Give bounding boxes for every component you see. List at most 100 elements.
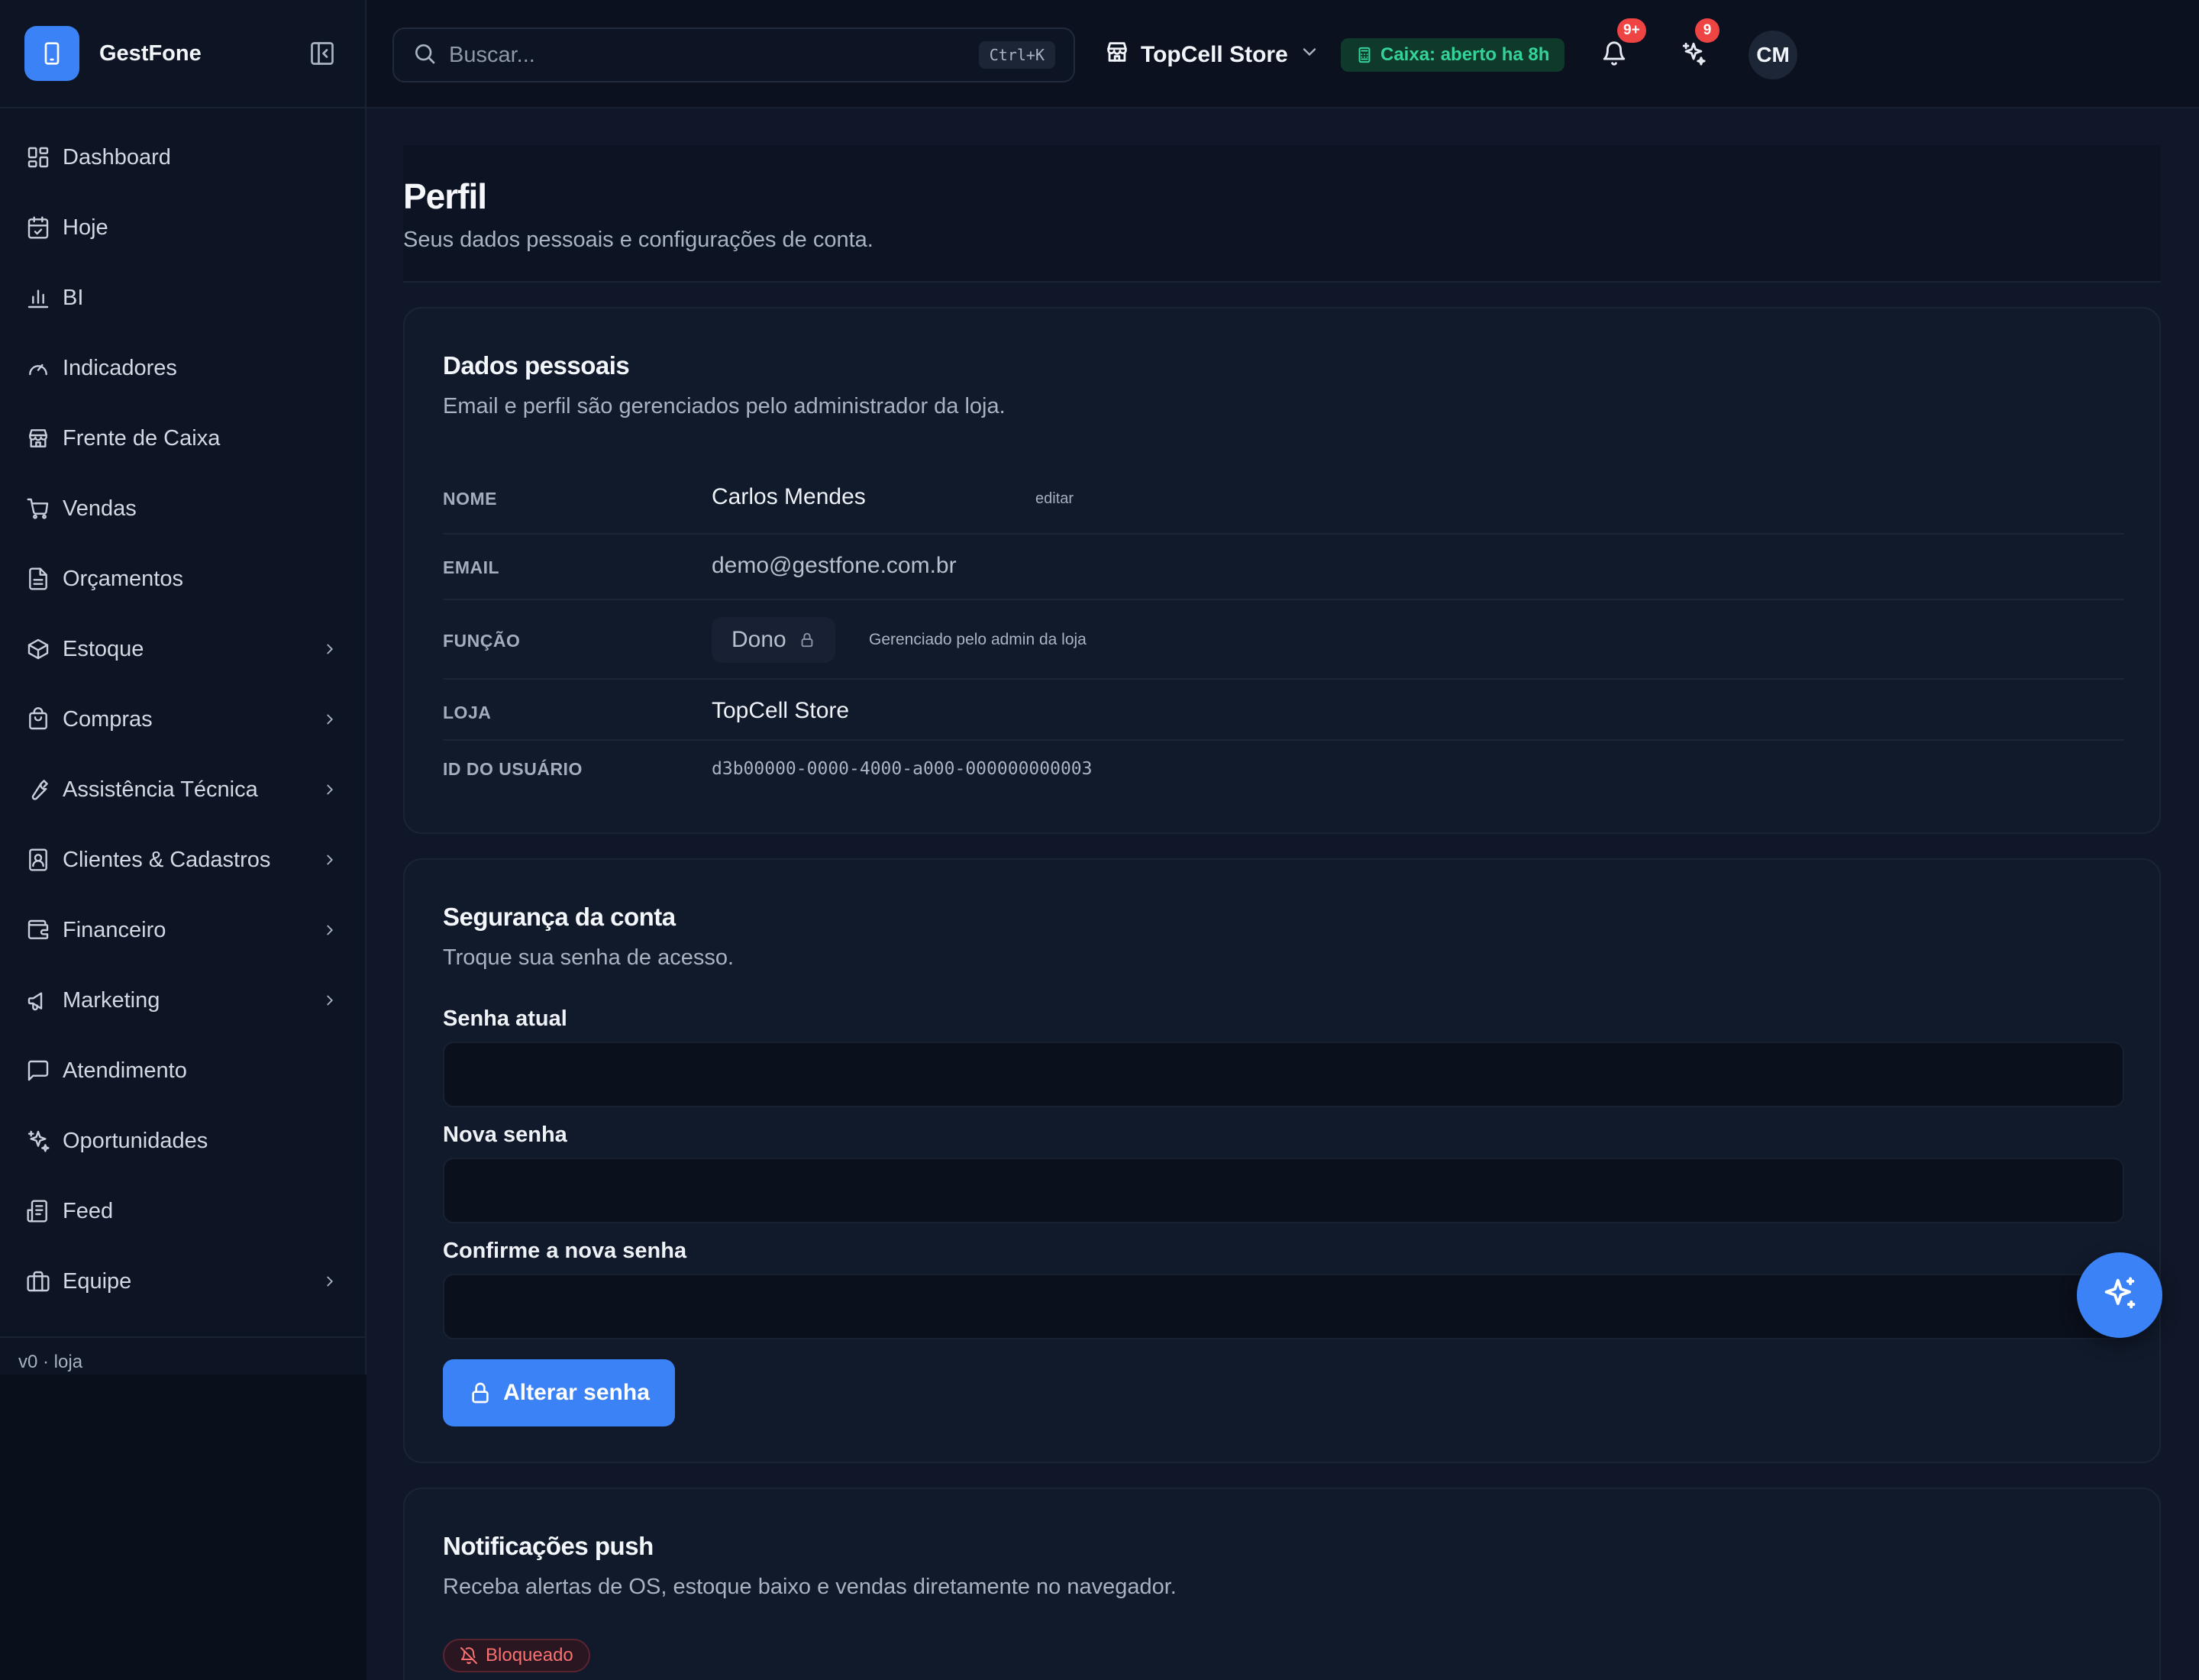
sidebar-item-hoje[interactable]: Hoje bbox=[0, 192, 365, 263]
user-id-value: d3b00000-0000-4000-a000-000000000003 bbox=[712, 759, 1093, 779]
ai-suggestions-badge: 9 bbox=[1695, 18, 1719, 43]
personal-data-card: Dados pessoais Email e perfil são gerenc… bbox=[403, 307, 2161, 834]
user-avatar[interactable]: CM bbox=[1749, 31, 1797, 79]
contact-card-icon bbox=[26, 848, 50, 872]
sidebar-item-atendimento[interactable]: Atendimento bbox=[0, 1035, 365, 1106]
sidebar-item-orcamentos[interactable]: Orçamentos bbox=[0, 544, 365, 614]
personal-data-title: Dados pessoais bbox=[443, 351, 630, 380]
search-shortcut: Ctrl+K bbox=[978, 41, 1055, 69]
sidebar-item-clientes-cadastros[interactable]: Clientes & Cadastros bbox=[0, 825, 365, 895]
search-box[interactable]: Ctrl+K bbox=[392, 27, 1075, 82]
sidebar-item-label: BI bbox=[63, 285, 84, 310]
personal-data-subtitle: Email e perfil são gerenciados pelo admi… bbox=[443, 394, 1006, 418]
confirm-password-input[interactable] bbox=[443, 1274, 2124, 1339]
current-password-input[interactable] bbox=[443, 1042, 2124, 1107]
change-password-label: Alterar senha bbox=[503, 1380, 650, 1405]
sidebar-item-label: Financeiro bbox=[63, 917, 166, 942]
edit-name-link[interactable]: editar bbox=[1035, 490, 1074, 508]
sidebar-item-label: Atendimento bbox=[63, 1058, 187, 1083]
sidebar-item-bi[interactable]: BI bbox=[0, 263, 365, 333]
new-password-label: Nova senha bbox=[443, 1123, 567, 1147]
bell-icon bbox=[1601, 40, 1627, 70]
push-status-label: Bloqueado bbox=[486, 1645, 573, 1665]
store-switcher[interactable]: TopCell Store bbox=[1104, 31, 1320, 79]
sparkles-icon bbox=[1681, 40, 1707, 70]
cart-icon bbox=[26, 496, 50, 521]
chevron-right-icon bbox=[321, 710, 339, 729]
push-subtitle: Receba alertas de OS, estoque baixo e ve… bbox=[443, 1575, 1177, 1599]
notifications-button[interactable]: 9+ bbox=[1590, 18, 1646, 79]
name-value: Carlos Mendes bbox=[712, 484, 866, 509]
sidebar-item-estoque[interactable]: Estoque bbox=[0, 614, 365, 684]
sidebar-item-equipe[interactable]: Equipe bbox=[0, 1246, 365, 1317]
store-switcher-label: TopCell Store bbox=[1141, 42, 1288, 67]
sidebar-item-marketing[interactable]: Marketing bbox=[0, 965, 365, 1035]
security-title: Segurança da conta bbox=[443, 903, 676, 931]
sidebar-item-assistencia-tecnica[interactable]: Assistência Técnica bbox=[0, 754, 365, 825]
new-password-input[interactable] bbox=[443, 1158, 2124, 1223]
sidebar-item-label: Equipe bbox=[63, 1268, 132, 1294]
ai-assistant-fab[interactable] bbox=[2077, 1252, 2162, 1338]
gauge-icon bbox=[26, 356, 50, 380]
bell-off-icon bbox=[460, 1646, 478, 1665]
sidebar-item-label: Estoque bbox=[63, 636, 144, 661]
sidebar-item-dashboard[interactable]: Dashboard bbox=[0, 122, 365, 192]
push-status-badge: Bloqueado bbox=[443, 1639, 590, 1672]
chevron-right-icon bbox=[321, 1272, 339, 1291]
lock-icon bbox=[468, 1381, 492, 1405]
search-input[interactable] bbox=[449, 42, 979, 68]
sidebar-nav: Dashboard Hoje BI Indicadores Frente de Caix… bbox=[0, 108, 365, 1317]
sidebar-collapse-icon[interactable] bbox=[304, 35, 341, 72]
security-subtitle: Troque sua senha de acesso. bbox=[443, 945, 735, 970]
sidebar-item-oportunidades[interactable]: Oportunidades bbox=[0, 1106, 365, 1176]
cash-register-status[interactable]: Caixa: aberto ha 8h bbox=[1341, 38, 1565, 72]
email-value: demo@gestfone.com.br bbox=[712, 553, 957, 578]
role-row: FUNÇÃO Dono Gerenciado pelo admin da loj… bbox=[443, 600, 2124, 680]
store-icon bbox=[26, 426, 50, 451]
sparkles-icon bbox=[26, 1129, 50, 1153]
sidebar-item-indicadores[interactable]: Indicadores bbox=[0, 333, 365, 403]
document-icon bbox=[26, 567, 50, 591]
sidebar-item-frente-de-caixa[interactable]: Frente de Caixa bbox=[0, 403, 365, 473]
phone-icon[interactable] bbox=[24, 26, 79, 81]
sidebar: GestFone Dashboard Hoje BI Indicadores Frent… bbox=[0, 0, 366, 1680]
email-label: EMAIL bbox=[443, 557, 500, 577]
store-icon bbox=[1104, 39, 1130, 71]
page-subtitle: Seus dados pessoais e configurações de c… bbox=[403, 228, 873, 252]
sidebar-item-financeiro[interactable]: Financeiro bbox=[0, 895, 365, 965]
sidebar-item-feed[interactable]: Feed bbox=[0, 1176, 365, 1246]
push-notifications-card: Notificações push Receba alertas de OS, … bbox=[403, 1488, 2161, 1680]
newspaper-icon bbox=[26, 1199, 50, 1223]
chevron-right-icon bbox=[321, 991, 339, 1010]
lock-icon bbox=[799, 632, 815, 648]
chevron-right-icon bbox=[321, 640, 339, 658]
store-row: LOJA TopCell Store bbox=[443, 680, 2124, 741]
role-badge: Dono bbox=[712, 617, 835, 663]
ai-suggestions-button[interactable]: 9 bbox=[1669, 18, 1719, 79]
role-managed-note: Gerenciado pelo admin da loja bbox=[869, 631, 1087, 648]
store-value: TopCell Store bbox=[712, 698, 850, 723]
megaphone-icon bbox=[26, 988, 50, 1013]
sidebar-item-label: Indicadores bbox=[63, 355, 177, 380]
store-label: LOJA bbox=[443, 703, 492, 722]
name-row: NOME Carlos Mendes editar bbox=[443, 464, 2124, 535]
sparkles-icon bbox=[2100, 1274, 2139, 1317]
wrench-icon bbox=[26, 777, 50, 802]
sidebar-item-label: Marketing bbox=[63, 987, 160, 1013]
page-title: Perfil bbox=[403, 176, 487, 216]
brand-name: GestFone bbox=[99, 40, 202, 66]
sidebar-item-label: Hoje bbox=[63, 215, 108, 240]
sidebar-item-label: Dashboard bbox=[63, 144, 171, 170]
user-id-label: ID DO USUÁRIO bbox=[443, 759, 583, 779]
email-row: EMAIL demo@gestfone.com.br bbox=[443, 535, 2124, 600]
page-header: Perfil Seus dados pessoais e configuraçõ… bbox=[403, 145, 2161, 283]
dashboard-icon bbox=[26, 145, 50, 170]
role-label: FUNÇÃO bbox=[443, 631, 521, 651]
current-password-label: Senha atual bbox=[443, 1006, 567, 1031]
change-password-button[interactable]: Alterar senha bbox=[443, 1359, 675, 1426]
sidebar-item-compras[interactable]: Compras bbox=[0, 684, 365, 754]
chevron-right-icon bbox=[321, 780, 339, 799]
cash-register-status-label: Caixa: aberto ha 8h bbox=[1380, 44, 1550, 65]
sidebar-item-vendas[interactable]: Vendas bbox=[0, 473, 365, 544]
package-icon bbox=[26, 637, 50, 661]
